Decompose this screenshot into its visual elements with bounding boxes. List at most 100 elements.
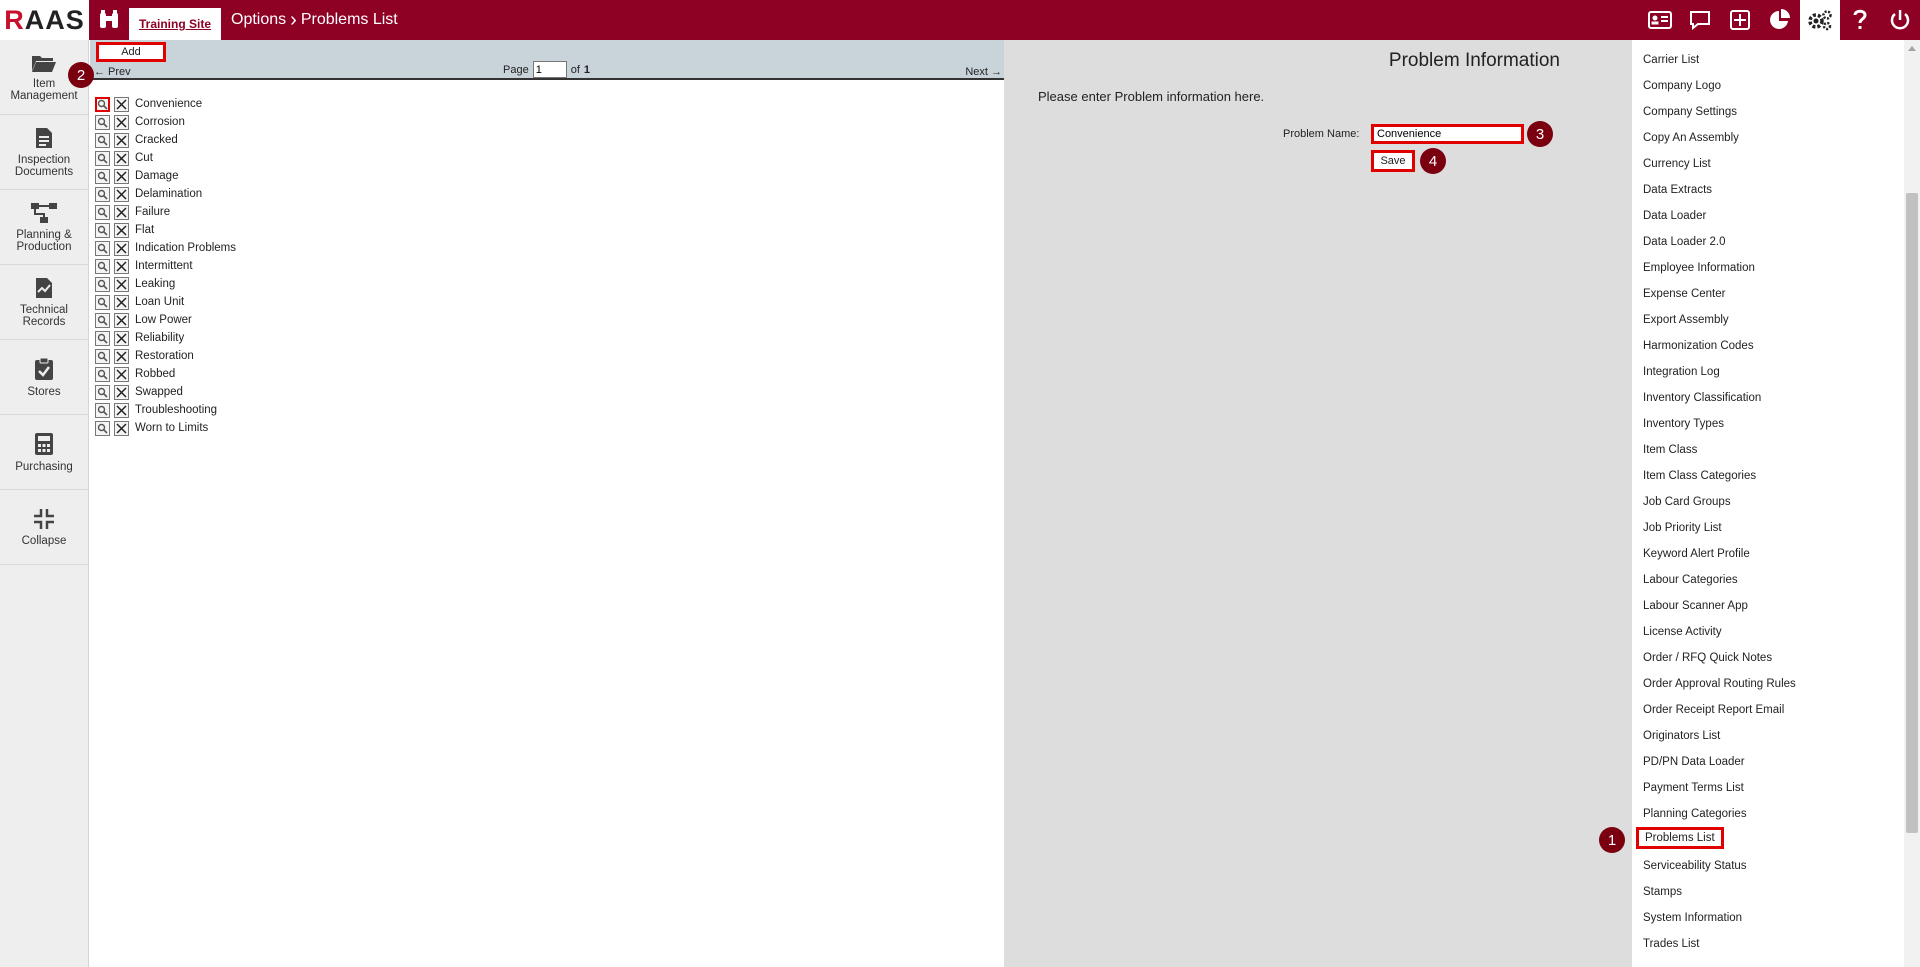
- view-magnifier-icon[interactable]: [95, 312, 110, 328]
- delete-x-icon[interactable]: [114, 420, 129, 436]
- delete-x-icon[interactable]: [114, 402, 129, 418]
- delete-x-icon[interactable]: [114, 294, 129, 310]
- site-tab[interactable]: Training Site: [129, 8, 222, 40]
- view-magnifier-icon[interactable]: [95, 330, 110, 346]
- list-item-label[interactable]: Leaking: [135, 278, 175, 290]
- list-item-label[interactable]: Restoration: [135, 350, 194, 362]
- view-magnifier-icon[interactable]: [95, 402, 110, 418]
- list-item-label[interactable]: Corrosion: [135, 116, 185, 128]
- view-magnifier-icon[interactable]: [95, 366, 110, 382]
- list-item-label[interactable]: Reliability: [135, 332, 184, 344]
- list-item-label[interactable]: Low Power: [135, 314, 192, 326]
- view-magnifier-icon[interactable]: [95, 114, 110, 130]
- options-item[interactable]: Export Assembly: [1643, 314, 1729, 326]
- pie-chart-icon[interactable]: [1760, 0, 1800, 40]
- scrollbar[interactable]: [1904, 40, 1920, 967]
- view-magnifier-icon[interactable]: [95, 150, 110, 166]
- delete-x-icon[interactable]: [114, 168, 129, 184]
- power-icon[interactable]: [1880, 0, 1920, 40]
- delete-x-icon[interactable]: [114, 132, 129, 148]
- options-item[interactable]: Stamps: [1643, 886, 1682, 898]
- settings-gears-icon[interactable]: [1800, 0, 1840, 40]
- view-magnifier-icon[interactable]: [95, 204, 110, 220]
- options-item[interactable]: Labour Categories: [1643, 574, 1738, 586]
- options-item[interactable]: Harmonization Codes: [1643, 340, 1754, 352]
- options-item[interactable]: Serviceability Status: [1643, 860, 1747, 872]
- delete-x-icon[interactable]: [114, 222, 129, 238]
- sidebar-item-collapse[interactable]: Collapse: [0, 490, 88, 565]
- view-magnifier-icon[interactable]: [95, 96, 110, 112]
- sidebar-item-purchasing[interactable]: Purchasing: [0, 415, 88, 490]
- list-item-label[interactable]: Cracked: [135, 134, 178, 146]
- options-item[interactable]: Company Settings: [1643, 106, 1737, 118]
- view-magnifier-icon[interactable]: [95, 240, 110, 256]
- options-item[interactable]: Keyword Alert Profile: [1643, 548, 1750, 560]
- list-item-label[interactable]: Delamination: [135, 188, 202, 200]
- options-item[interactable]: PD/PN Data Loader: [1643, 756, 1745, 768]
- delete-x-icon[interactable]: [114, 366, 129, 382]
- options-item[interactable]: Payment Terms List: [1643, 782, 1744, 794]
- raas-logo[interactable]: R AAS: [0, 0, 89, 40]
- breadcrumb-options[interactable]: Options: [231, 11, 286, 29]
- delete-x-icon[interactable]: [114, 96, 129, 112]
- view-magnifier-icon[interactable]: [95, 420, 110, 436]
- options-item[interactable]: Copy An Assembly: [1643, 132, 1739, 144]
- options-item[interactable]: Originators List: [1643, 730, 1720, 742]
- scroll-up-arrow-icon[interactable]: [1908, 46, 1916, 51]
- next-page-link[interactable]: Next →: [965, 66, 1002, 78]
- options-item[interactable]: Problems List: [1636, 827, 1724, 849]
- options-item[interactable]: Planning Categories: [1643, 808, 1747, 820]
- options-item[interactable]: Integration Log: [1643, 366, 1720, 378]
- view-magnifier-icon[interactable]: [95, 276, 110, 292]
- options-item[interactable]: Order Receipt Report Email: [1643, 704, 1784, 716]
- options-item[interactable]: Order Approval Routing Rules: [1643, 678, 1796, 690]
- options-item[interactable]: Data Loader: [1643, 210, 1706, 222]
- options-item[interactable]: Inventory Types: [1643, 418, 1724, 430]
- list-item-label[interactable]: Robbed: [135, 368, 175, 380]
- options-item[interactable]: Data Loader 2.0: [1643, 236, 1725, 248]
- options-item[interactable]: System Information: [1643, 912, 1742, 924]
- view-magnifier-icon[interactable]: [95, 348, 110, 364]
- binoculars-icon[interactable]: [89, 0, 129, 40]
- list-item-label[interactable]: Cut: [135, 152, 153, 164]
- options-item[interactable]: Job Priority List: [1643, 522, 1722, 534]
- view-magnifier-icon[interactable]: [95, 294, 110, 310]
- delete-x-icon[interactable]: [114, 384, 129, 400]
- delete-x-icon[interactable]: [114, 114, 129, 130]
- add-box-icon[interactable]: [1720, 0, 1760, 40]
- page-number-input[interactable]: [532, 61, 567, 78]
- list-item-label[interactable]: Failure: [135, 206, 170, 218]
- options-item[interactable]: Item Class Categories: [1643, 470, 1756, 482]
- sidebar-item-technical-records[interactable]: Technical Records: [0, 265, 88, 340]
- sidebar-item-planning-production[interactable]: Planning & Production: [0, 190, 88, 265]
- delete-x-icon[interactable]: [114, 186, 129, 202]
- list-item-label[interactable]: Swapped: [135, 386, 183, 398]
- list-item-label[interactable]: Loan Unit: [135, 296, 184, 308]
- list-item-label[interactable]: Troubleshooting: [135, 404, 217, 416]
- options-item[interactable]: Carrier List: [1643, 54, 1699, 66]
- options-item[interactable]: Order / RFQ Quick Notes: [1643, 652, 1772, 664]
- view-magnifier-icon[interactable]: [95, 222, 110, 238]
- sidebar-item-inspection-documents[interactable]: Inspection Documents: [0, 115, 88, 190]
- list-item-label[interactable]: Damage: [135, 170, 178, 182]
- options-item[interactable]: Currency List: [1643, 158, 1711, 170]
- list-item-label[interactable]: Worn to Limits: [135, 422, 208, 434]
- options-item[interactable]: License Activity: [1643, 626, 1722, 638]
- options-item[interactable]: Job Card Groups: [1643, 496, 1731, 508]
- id-card-icon[interactable]: [1640, 0, 1680, 40]
- chat-icon[interactable]: [1680, 0, 1720, 40]
- list-item-label[interactable]: Flat: [135, 224, 154, 236]
- view-magnifier-icon[interactable]: [95, 132, 110, 148]
- list-item-label[interactable]: Intermittent: [135, 260, 193, 272]
- delete-x-icon[interactable]: [114, 150, 129, 166]
- options-item[interactable]: Inventory Classification: [1643, 392, 1761, 404]
- help-icon[interactable]: [1840, 0, 1880, 40]
- options-item[interactable]: Trades List: [1643, 938, 1699, 950]
- add-button[interactable]: Add: [96, 42, 166, 62]
- view-magnifier-icon[interactable]: [95, 168, 110, 184]
- delete-x-icon[interactable]: [114, 258, 129, 274]
- options-item[interactable]: Company Logo: [1643, 80, 1721, 92]
- options-item[interactable]: Item Class: [1643, 444, 1697, 456]
- delete-x-icon[interactable]: [114, 240, 129, 256]
- options-item[interactable]: Employee Information: [1643, 262, 1755, 274]
